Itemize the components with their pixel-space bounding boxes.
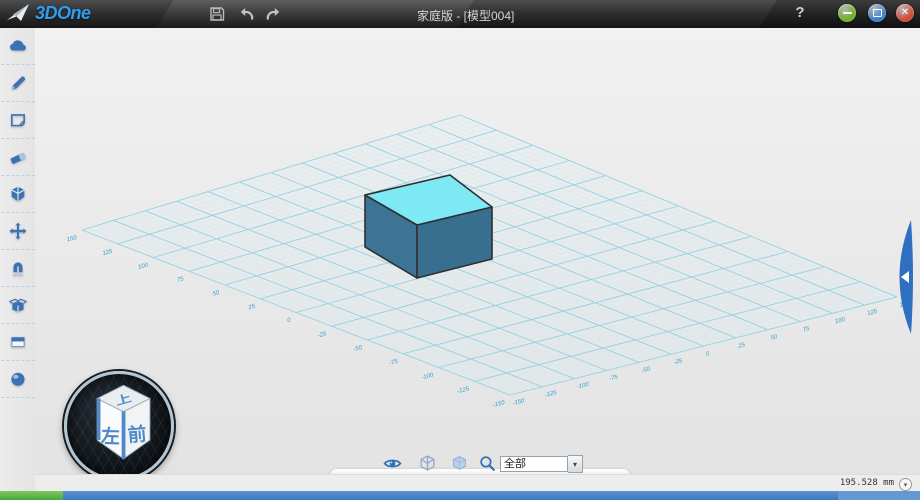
display-wireframe-cube-button[interactable] — [418, 453, 437, 473]
grid-axis-label: 25 — [737, 342, 747, 350]
navcube-front-edge-highlight — [121, 411, 126, 459]
grid-axis-label: -75 — [389, 359, 400, 367]
save-icon[interactable] — [208, 5, 226, 23]
unit-dropdown-button[interactable]: ▾ — [899, 478, 912, 491]
logo-text: 3DOne — [35, 2, 91, 23]
eye-icon — [383, 459, 402, 467]
grid-axis-label: 25 — [247, 304, 257, 312]
grid-axis-label: -50 — [353, 345, 364, 353]
wireframe-cube-icon — [420, 454, 435, 471]
display-filter-value[interactable]: 全部 — [500, 456, 568, 472]
sphere-icon — [10, 372, 25, 386]
sidebar-toolbar — [0, 28, 36, 491]
navcube-front-face[interactable]: 前 — [127, 422, 148, 446]
move-icon — [9, 222, 26, 240]
sidebar-item-edit[interactable] — [0, 139, 35, 176]
sidebar-item-render[interactable] — [0, 361, 35, 398]
grid-axis-label: -100 — [421, 372, 435, 381]
grid-axis-label: 100 — [835, 317, 847, 325]
plane-icon — [10, 114, 25, 127]
model-box[interactable] — [364, 174, 493, 279]
minimize-icon — [842, 12, 852, 14]
grid-axis-label: 125 — [867, 309, 879, 317]
display-filter-dropdown[interactable]: 全部 ▾ — [500, 455, 583, 473]
chevron-down-icon[interactable]: ▾ — [568, 455, 583, 473]
redo-arrow-icon[interactable] — [264, 5, 282, 23]
grid-axis-label: -25 — [673, 358, 684, 366]
restore-button[interactable] — [868, 4, 886, 22]
close-button[interactable]: ✕ — [896, 4, 914, 22]
display-shaded-cube-button[interactable] — [450, 453, 469, 473]
grid-axis-label: 125 — [102, 249, 114, 257]
grid-axis-label: 0 — [706, 351, 711, 358]
grid-axis-label: -125 — [544, 390, 558, 399]
sidebar-item-community[interactable] — [0, 28, 35, 65]
layers-icon — [10, 336, 25, 348]
grid-axis-label: 100 — [138, 262, 150, 270]
grid-axis-label: -100 — [577, 382, 591, 391]
grid-axis-label: 50 — [770, 334, 779, 342]
grid-axis-label: -50 — [641, 366, 652, 374]
status-strip-blue-light — [838, 491, 920, 500]
navcube-left-edge-highlight — [97, 398, 101, 440]
eraser-icon — [10, 152, 26, 164]
grid-axis-label: 75 — [802, 326, 811, 334]
status-strip-blue — [63, 491, 838, 500]
grid-axis-label: 0 — [287, 317, 292, 324]
grid-axis-label: 150 — [66, 235, 78, 243]
app-logo: 3DOne — [6, 2, 91, 24]
navcube-cube: 上 左 前 — [96, 384, 151, 460]
cube-icon — [10, 186, 25, 202]
navigation-cube[interactable]: 上 左 前 — [64, 371, 174, 481]
svg-text:左: 左 — [101, 424, 121, 447]
display-eye-button[interactable] — [383, 453, 402, 473]
open-box-icon — [8, 298, 27, 312]
status-bar: 195.528 mm ▾ — [35, 474, 920, 492]
paper-plane-icon — [7, 4, 29, 21]
magnet-icon — [13, 262, 22, 276]
sidebar-item-assembly[interactable] — [0, 250, 35, 287]
grid-axis-label: -150 — [512, 398, 526, 407]
grid-axis-label: -75 — [609, 374, 620, 382]
sidebar-item-special-shape[interactable] — [0, 287, 35, 324]
sidebar-item-surface[interactable] — [0, 102, 35, 139]
minimize-button[interactable] — [838, 4, 856, 22]
grid-axis-label: 75 — [177, 276, 186, 284]
panel-expand-tab[interactable] — [884, 218, 916, 336]
svg-text:前: 前 — [127, 422, 148, 446]
sidebar-item-solid[interactable] — [0, 176, 35, 213]
grid-axis-label: 50 — [212, 290, 221, 298]
zoom-icon — [480, 455, 495, 471]
shaded-cube-icon — [453, 455, 466, 470]
cloud-icon — [9, 40, 26, 51]
sidebar-item-section[interactable] — [0, 324, 35, 361]
restore-icon — [872, 9, 882, 17]
grid-axis-label: -25 — [317, 331, 328, 339]
document-title: 家庭版 - [模型004] — [417, 9, 515, 23]
sidebar-item-sketch[interactable] — [0, 65, 35, 102]
undo-arrow-icon[interactable] — [238, 5, 256, 23]
sidebar-item-transform[interactable] — [0, 213, 35, 250]
close-icon: ✕ — [900, 7, 910, 18]
display-zoom-button[interactable] — [478, 453, 497, 473]
pen-icon — [11, 76, 25, 90]
3done-window: 3DOne 家庭版 - [模型004] ? ✕ 150 125 100 75 50 25 0… — [0, 0, 920, 500]
titlebar: 3DOne 家庭版 - [模型004] ? ✕ — [0, 0, 920, 29]
scale-measurement: 195.528 mm — [839, 478, 894, 488]
grid-axis-label: -150 — [492, 400, 506, 409]
navcube-left-face[interactable]: 左 — [101, 424, 121, 447]
status-strip-green — [0, 491, 63, 500]
grid-axis-label: -125 — [457, 386, 471, 395]
help-button[interactable]: ? — [792, 4, 808, 21]
